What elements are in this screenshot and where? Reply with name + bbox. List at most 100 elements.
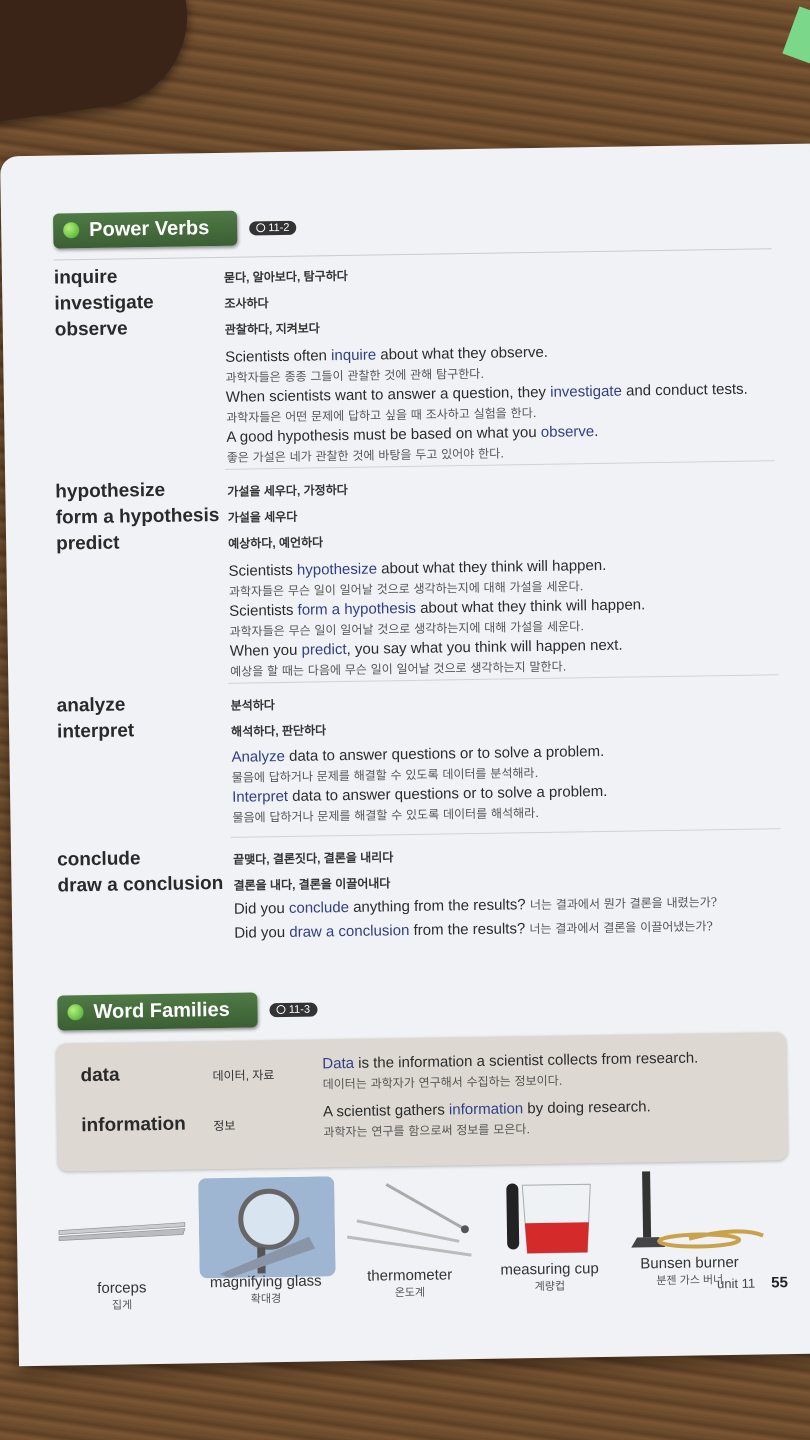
korean-translation: 예상을 할 때는 다음에 무슨 일이 일어날 것으로 생각하는지 말한다. [230,659,567,679]
text: . [594,422,599,441]
keyword: Interpret [232,787,289,806]
example-sentence: A good hypothesis must be based on what … [226,423,598,446]
tool-name: magnifying glass [209,1272,322,1292]
korean-definition: 정보 [213,1118,236,1134]
keyword: Analyze [231,747,286,766]
text: anything from the results? [348,896,526,916]
korean-translation: 과학자들은 무슨 일이 일어날 것으로 생각하는지에 대해 가설을 세운다. [229,619,585,639]
korean-definition: 가설을 세우다 [227,509,298,525]
tool-korean-name: 집게 [111,1299,133,1312]
korean-definition: 결론을 내다, 결론을 이끌어내다 [233,876,391,893]
korean-definition: 예상하다, 예언하다 [228,535,324,551]
textbook-page: Power Verbs 11-2 inquire investigate obs… [0,143,810,1367]
term: form a hypothesis [55,504,220,529]
korean-translation: 과학자들은 종종 그들이 관찰한 것에 관해 탐구한다. [225,366,485,385]
korean-definition: 조사하다 [224,296,269,311]
word-family-term: information [81,1113,186,1137]
text: from the results? [409,920,526,940]
term: investigate [54,291,154,315]
text: , you say what you think will happen nex… [346,636,623,658]
text: by doing research. [523,1098,651,1118]
text: and conduct tests. [621,380,748,400]
text: A scientist gathers [322,1101,450,1121]
text: When scientists want to answer a questio… [225,383,551,406]
term: interpret [56,720,135,743]
korean-translation: 과학자들은 무슨 일이 일어날 것으로 생각하는지에 대해 가설을 세운다. [228,579,584,599]
text: about what they think will happen. [415,596,646,617]
play-icon [256,222,266,232]
text: about what they observe. [376,343,549,364]
text: data to answer questions or to solve a p… [284,742,605,765]
tool-caption-forceps: forceps 집게 [52,1278,193,1313]
korean-translation: 너는 결과에서 결론을 이끌어냈는가? [529,919,713,937]
keyword: hypothesize [296,560,378,579]
text: Did you [233,899,290,918]
power-verbs-header: Power Verbs 11-2 [52,210,297,249]
example-sentence: Data is the information a scientist coll… [322,1050,698,1073]
text: Did you [234,923,290,942]
tool-korean-name: 확대경 [250,1293,282,1306]
divider [53,248,772,261]
term: analyze [56,694,126,717]
tool-name: Bunsen burner [640,1253,739,1273]
page-footer: unit 11 55 [717,1274,788,1292]
verb-group-3: analyze interpret 분석하다 해석하다, 판단하다 Analyz… [9,684,779,824]
green-bookmark [782,6,810,64]
tool-caption-magnifying-glass: magnifying glass 확대경 [196,1272,337,1307]
korean-definition: 가설을 세우다, 가정하다 [227,482,348,499]
keyword: draw a conclusion [289,922,410,941]
tool-caption-measuring-cup: measuring cup 계량컵 [479,1260,620,1295]
term: inquire [53,266,118,289]
text: Scientists [229,601,298,620]
thermometer-image [346,1183,472,1257]
text: data to answer questions or to solve a p… [287,782,608,805]
green-dot-icon [63,222,80,239]
korean-translation: 데이터는 과학자가 연구해서 수집하는 정보이다. [322,1073,563,1092]
term: draw a conclusion [57,872,224,897]
text: is the information a scientist collects … [353,1049,699,1072]
bunsen-burner-image [631,1171,764,1249]
korean-translation: 과학자들은 어떤 문제에 답하고 싶을 때 조사하고 실험을 한다. [226,405,537,425]
text: Scientists [228,561,298,580]
text: When you [229,641,302,660]
keyword: conclude [288,898,350,917]
example-sentence: Scientists hypothesize about what they t… [228,557,606,580]
korean-definition: 해석하다, 판단하다 [231,723,327,739]
tool-name: thermometer [367,1266,453,1285]
text: about what they think will happen. [376,556,607,578]
term: predict [55,532,120,555]
example-sentence: Analyze data to answer questions or to s… [231,743,604,766]
word-family-term: data [80,1064,120,1087]
example-sentence: A scientist gathers information by doing… [323,1098,651,1120]
unit-label: unit 11 [716,1275,756,1292]
text: A good hypothesis must be based on what … [226,423,541,446]
leather-cover [0,0,199,126]
term: hypothesize [55,479,166,503]
tool-caption-thermometer: thermometer 온도계 [340,1266,481,1301]
korean-translation: 너는 결과에서 뭔가 결론을 내렸는가? [529,895,718,913]
tool-korean-name: 계량컵 [534,1280,566,1294]
tool-korean-name: 온도계 [394,1286,426,1300]
keyword: inquire [330,346,377,365]
korean-translation: 물음에 답하거나 문제를 해결할 수 있도록 데이터를 분석해라. [231,765,539,785]
example-sentence: Interpret data to answer questions or to… [232,783,607,806]
word-families-title-text: Word Families [93,998,230,1023]
tool-name: forceps [97,1279,147,1297]
power-verbs-title-text: Power Verbs [89,217,210,241]
verb-group-4: conclude draw a conclusion 끝맺다, 결론짓다, 결론… [11,838,781,942]
keyword: observe [540,423,595,441]
example-sentence: Scientists often inquire about what they… [225,344,548,366]
forceps-image [58,1222,186,1241]
divider [230,828,781,838]
track-number: 11-2 [268,221,290,234]
verb-group-2: hypothesize form a hypothesis predict 가설… [5,470,775,679]
korean-definition: 데이터, 자료 [212,1068,275,1084]
audio-track-badge: 11-2 [249,220,297,235]
korean-definition: 관찰하다, 지켜보다 [224,321,320,337]
word-families-header: Word Families 11-3 [57,991,318,1031]
tool-name: measuring cup [500,1260,599,1279]
measuring-cup-image [506,1183,591,1254]
keyword: predict [301,640,347,659]
example-sentence: When you predict, you say what you think… [230,637,623,660]
magnifying-glass-image [198,1176,336,1279]
